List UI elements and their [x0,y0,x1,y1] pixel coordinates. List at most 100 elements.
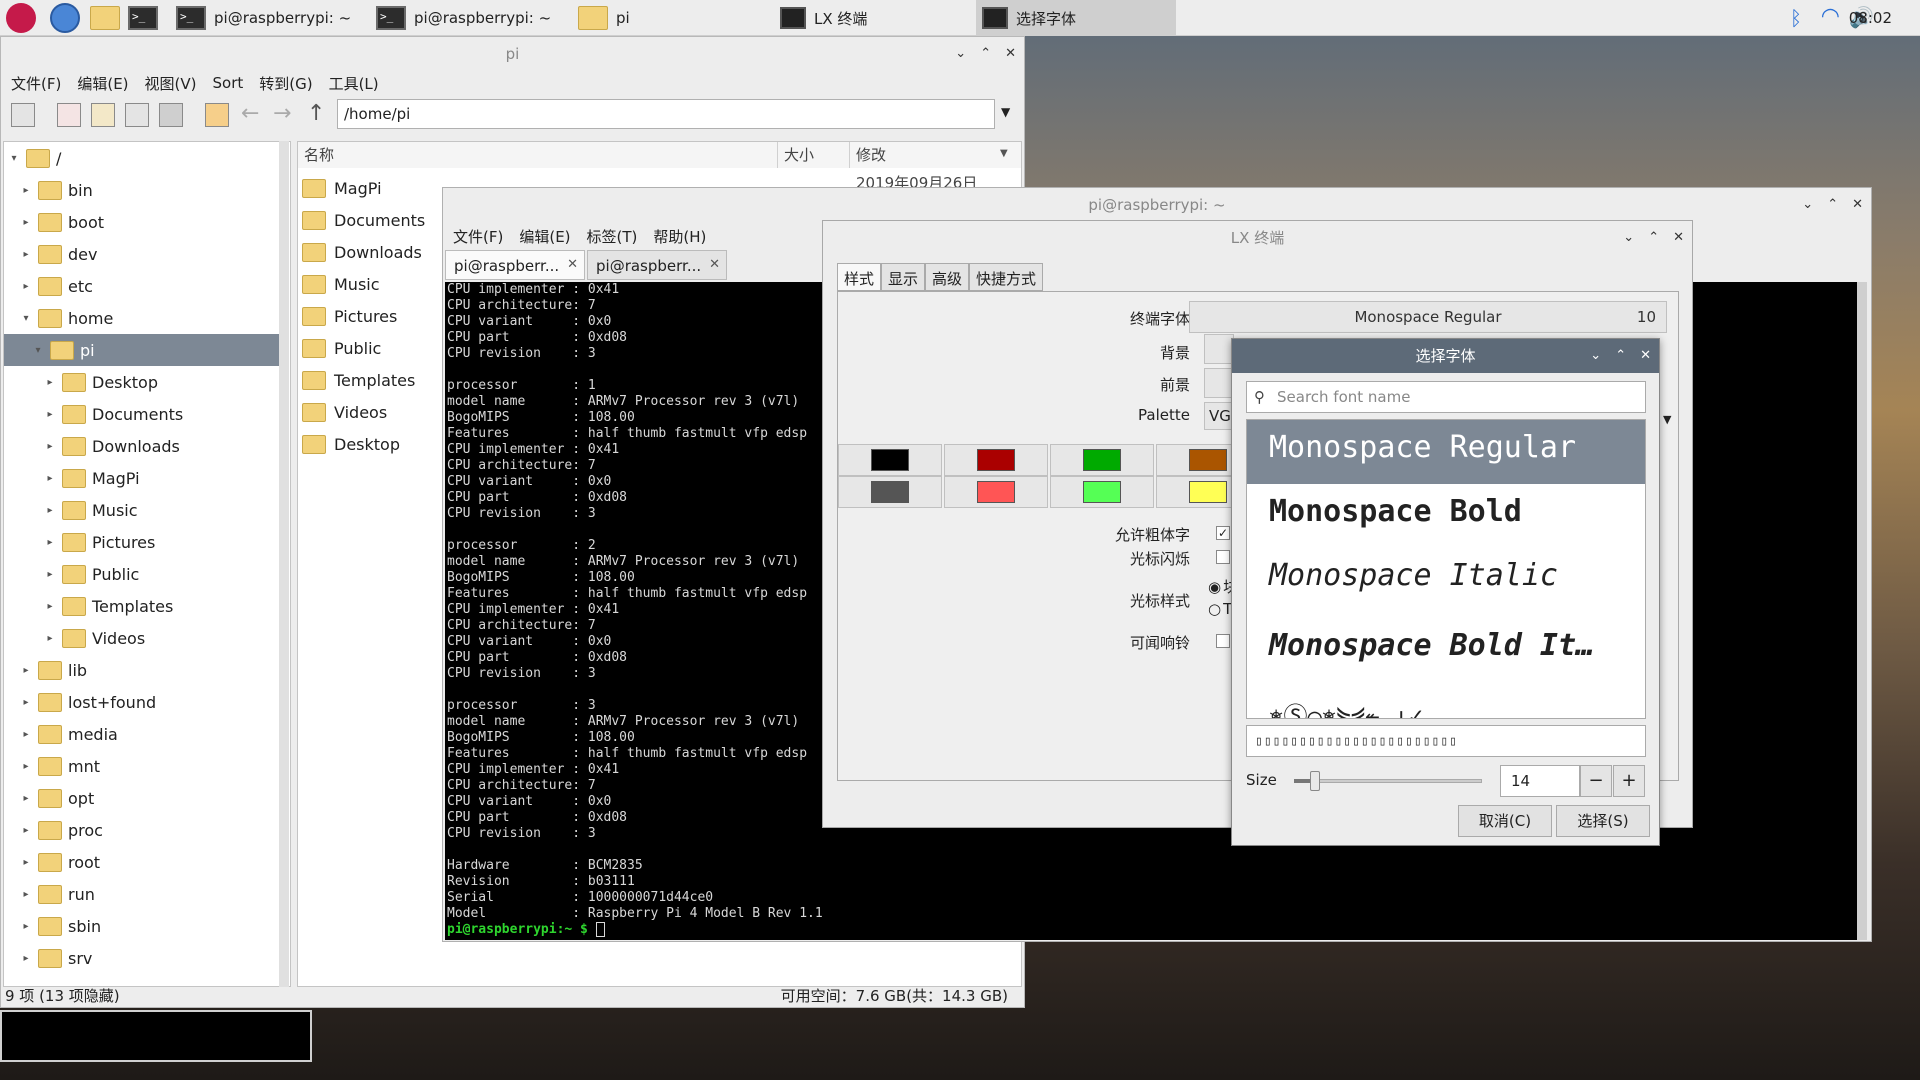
expand-right-icon[interactable]: ▸ [20,729,32,740]
tree-item[interactable]: ▸ proc [4,814,284,846]
tree-item[interactable]: ▸ root [4,846,284,878]
close-icon[interactable]: ✕ [1005,37,1016,71]
tree-item[interactable]: ▸ etc [4,270,284,302]
size-increase-button[interactable]: + [1613,765,1645,797]
expand-right-icon[interactable]: ▸ [20,761,32,772]
bluetooth-icon[interactable]: ᛒ [1790,6,1802,30]
font-preview[interactable]: ▯▯▯▯▯▯▯▯▯▯▯▯▯▯▯▯▯▯▯▯▯▯▯ [1246,725,1646,757]
tree-item[interactable]: ▸ dev [4,238,284,270]
font-item-italic[interactable]: Monospace Italic [1247,548,1645,612]
font-dialog-titlebar[interactable]: 选择字体 ⌄ ⌃ ✕ [1232,339,1659,373]
tree-item[interactable]: ▸ bin [4,174,284,206]
terminal-launcher-icon[interactable]: >_ [128,3,158,33]
expand-right-icon[interactable]: ▸ [44,377,56,388]
column-name[interactable]: 名称 [298,142,778,168]
tree-item[interactable]: ▸ Pictures [4,526,284,558]
path-dropdown-icon[interactable]: ▼ [1001,105,1010,119]
expand-right-icon[interactable]: ▸ [44,473,56,484]
file-row[interactable]: Desktop [302,428,400,460]
clock[interactable]: 08:02 [1849,9,1892,27]
tree-item[interactable]: ▸ boot [4,206,284,238]
taskbar-task-terminal-2[interactable]: >_ pi@raspberrypi: ~ [370,0,566,36]
menu-sort[interactable]: Sort [213,74,244,92]
size-slider-handle[interactable] [1310,771,1320,791]
home-icon[interactable] [205,103,229,127]
web-browser-icon[interactable] [50,3,80,33]
terminal-prompt-line[interactable]: pi@raspberrypi:~ $ [447,922,605,938]
tree-item[interactable]: ▾ pi [4,334,284,366]
font-size-input[interactable]: 14 [1500,765,1580,797]
file-row[interactable]: Documents [302,204,425,236]
taskbar-task-pi-folder[interactable]: pi [572,0,768,36]
palette-color-button[interactable] [944,444,1048,476]
taskbar-task-font-chooser[interactable]: 选择字体 [976,0,1176,36]
sidebar-toggle-icon[interactable] [11,103,35,127]
audible-bell-checkbox[interactable] [1216,634,1230,648]
menu-tools[interactable]: 工具(L) [329,73,379,94]
bold-checkbox[interactable]: ✓ [1216,526,1230,540]
select-button[interactable]: 选择(S) [1556,805,1650,837]
close-icon[interactable]: ✕ [1852,188,1863,222]
tab-display[interactable]: 显示 [881,263,926,291]
menu-view[interactable]: 视图(V) [145,73,197,94]
expand-right-icon[interactable]: ▸ [20,825,32,836]
file-row[interactable]: Downloads [302,236,422,268]
terminal-scrollbar[interactable] [1857,282,1867,940]
preferences-titlebar[interactable]: LX 终端 ⌄ ⌃ ✕ [823,221,1692,255]
tree-item[interactable]: ▸ Desktop [4,366,284,398]
file-manager-icon[interactable] [90,3,120,33]
minimize-icon[interactable]: ⌄ [1623,221,1634,255]
size-decrease-button[interactable]: − [1580,765,1612,797]
back-arrow-icon[interactable]: ← [241,101,259,126]
expand-right-icon[interactable]: ▸ [44,409,56,420]
maximize-icon[interactable]: ⌃ [980,37,991,71]
taskbar-task-terminal-1[interactable]: >_ pi@raspberrypi: ~ [170,0,366,36]
terminal-titlebar[interactable]: pi@raspberrypi: ~ ⌄ ⌃ ✕ [443,188,1871,222]
font-item-regular[interactable]: Monospace Regular [1247,420,1645,484]
cursor-style-underline-radio[interactable]: ○ T [1208,600,1232,618]
expand-right-icon[interactable]: ▸ [20,697,32,708]
palette-color-button[interactable] [1050,444,1154,476]
file-row[interactable]: Pictures [302,300,397,332]
file-row[interactable]: MagPi [302,172,382,204]
minimize-icon[interactable]: ⌄ [1802,188,1813,222]
expand-right-icon[interactable]: ▸ [20,793,32,804]
file-row[interactable]: Videos [302,396,387,428]
tree-item[interactable]: ▸ Music [4,494,284,526]
expand-down-icon[interactable]: ▾ [20,313,32,324]
expand-down-icon[interactable]: ▾ [8,153,20,164]
tree-item[interactable]: ▸ srv [4,942,284,974]
tab-shortcuts[interactable]: 快捷方式 [969,263,1044,291]
expand-right-icon[interactable]: ▸ [44,633,56,644]
tree-item[interactable]: ▸ sbin [4,910,284,942]
tree-item[interactable]: ▸ Videos [4,622,284,654]
tab-advanced[interactable]: 高级 [925,263,970,291]
maximize-icon[interactable]: ⌃ [1615,339,1626,373]
tree-item[interactable]: ▸ Public [4,558,284,590]
terminal-tab-2[interactable]: pi@raspberr... ✕ [587,250,727,280]
close-tab-icon[interactable]: ✕ [567,257,578,272]
expand-right-icon[interactable]: ▸ [20,665,32,676]
font-item-bold-italic[interactable]: Monospace Bold It… [1247,618,1645,682]
minimize-icon[interactable]: ⌄ [1590,339,1601,373]
tree-scrollbar[interactable] [279,141,289,987]
icon-view-icon[interactable] [57,103,81,127]
foreground-color-button[interactable] [1204,368,1234,398]
expand-right-icon[interactable]: ▸ [20,889,32,900]
expand-right-icon[interactable]: ▸ [20,921,32,932]
minimize-icon[interactable]: ⌄ [955,37,966,71]
expand-right-icon[interactable]: ▸ [20,857,32,868]
close-tab-icon[interactable]: ✕ [709,257,720,272]
palette-dropdown-icon[interactable]: ▼ [1663,413,1671,426]
palette-select[interactable]: VG [1204,402,1234,430]
font-search-input[interactable]: Search font name [1246,381,1646,413]
taskbar-task-lx-terminal[interactable]: LX 终端 [774,0,970,36]
tree-item[interactable]: ▸ Templates [4,590,284,622]
detailed-list-view-icon[interactable] [159,103,183,127]
file-row[interactable]: Public [302,332,381,364]
column-size[interactable]: 大小 [778,142,850,168]
palette-color-button[interactable] [838,476,942,508]
forward-arrow-icon[interactable]: → [273,101,291,126]
raspberry-menu-icon[interactable] [6,3,36,33]
terminal-font-button[interactable]: Monospace Regular 10 [1189,301,1667,333]
